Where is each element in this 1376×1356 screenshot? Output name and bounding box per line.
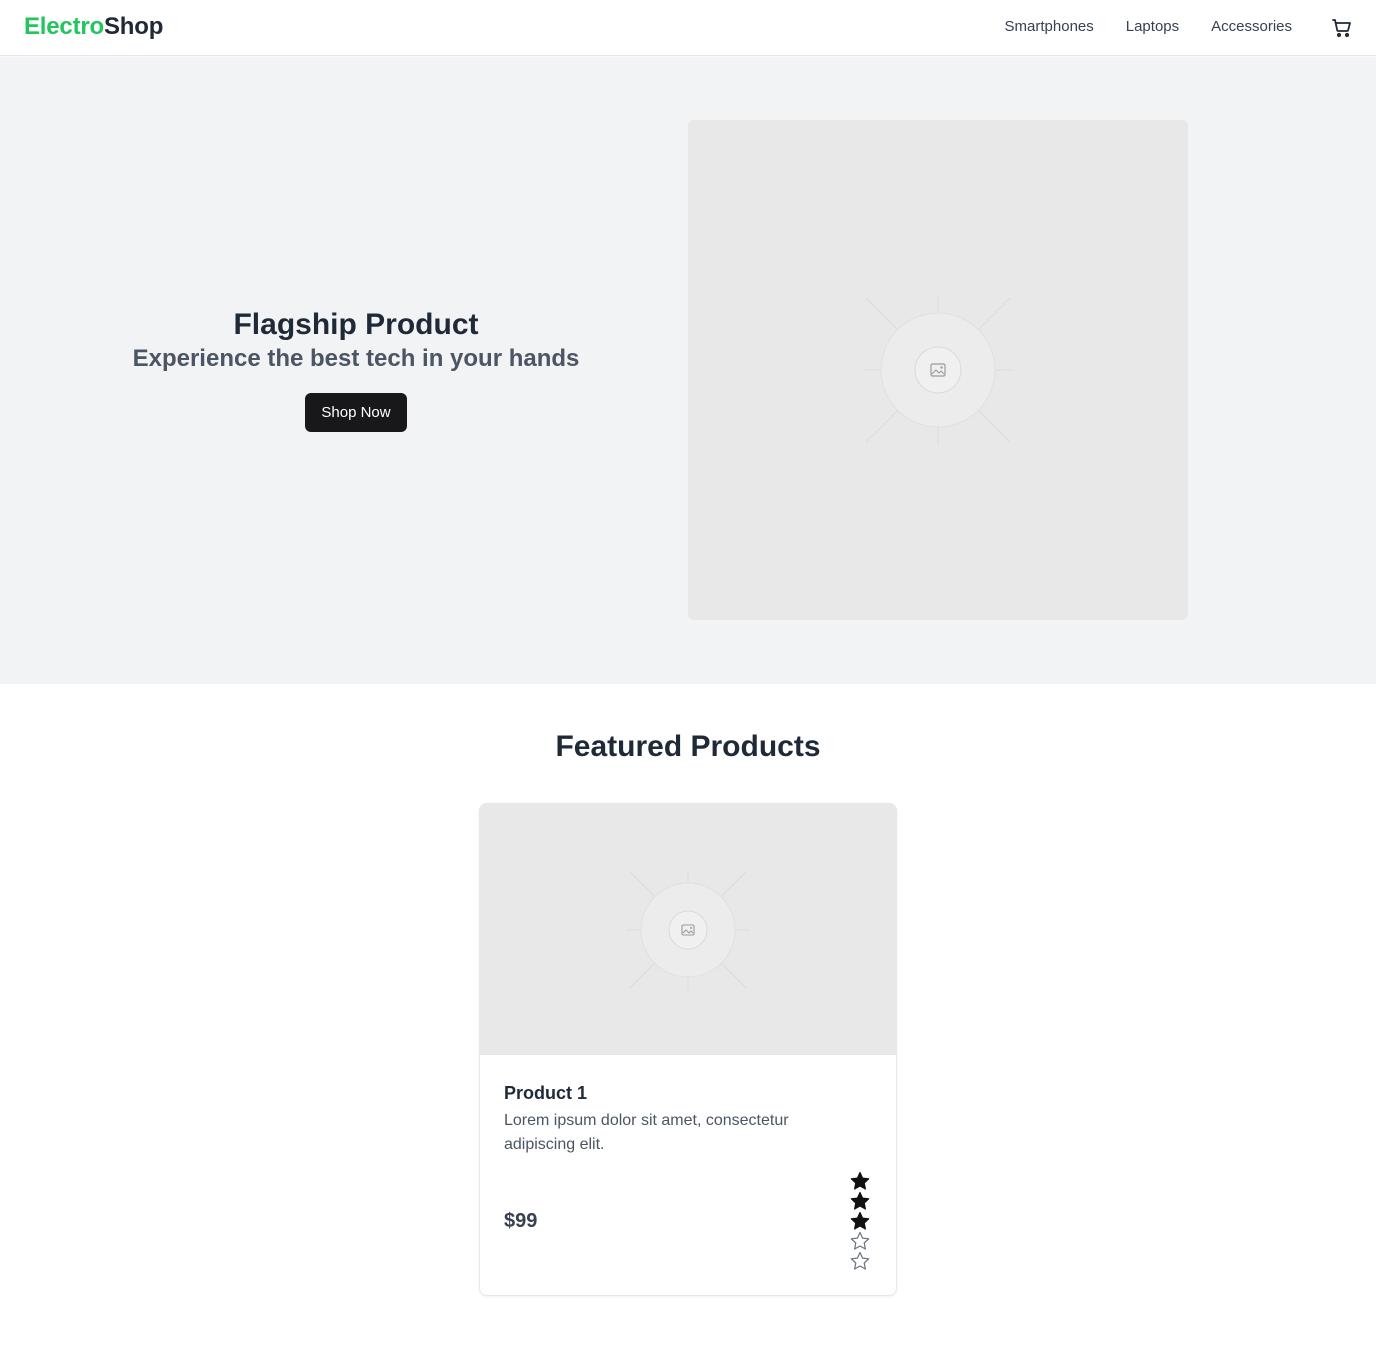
nav-link-accessories[interactable]: Accessories [1211, 18, 1292, 35]
product-description: Lorem ipsum dolor sit amet, consectetur … [504, 1112, 789, 1153]
product-rating [850, 1171, 874, 1271]
hero-title: Flagship Product [233, 308, 479, 341]
product-card[interactable]: Product 1 Lorem ipsum dolor sit amet, co… [479, 803, 897, 1296]
product-image [480, 804, 896, 1055]
hero-section: Flagship Product Experience the best tec… [0, 57, 1376, 684]
star-outline-icon [850, 1231, 870, 1250]
nav-link-laptops[interactable]: Laptops [1126, 18, 1179, 35]
featured-products-heading: Featured Products [555, 730, 821, 763]
logo-shop: Shop [103, 13, 164, 40]
shop-now-button[interactable]: Shop Now [305, 393, 407, 432]
star-filled-icon [850, 1191, 870, 1210]
hero-text: Flagship Product Experience the best tec… [100, 307, 612, 432]
main-nav: Smartphones Laptops Accessories [1005, 18, 1292, 35]
logo-electro: Electro [24, 13, 104, 40]
star-filled-icon [850, 1171, 870, 1190]
image-placeholder-icon [626, 870, 750, 990]
star-outline-icon [850, 1251, 870, 1270]
nav-link-smartphones[interactable]: Smartphones [1005, 18, 1094, 35]
site-header: ElectroShop Smartphones Laptops Accessor… [0, 0, 1376, 56]
product-name[interactable]: Product 1 [504, 1083, 587, 1104]
site-logo[interactable]: ElectroShop [24, 13, 163, 41]
star-filled-icon [850, 1211, 870, 1230]
shopping-cart-icon[interactable] [1330, 16, 1354, 40]
product-price: $99 [504, 1210, 538, 1232]
hero-subtitle: Experience the best tech in your hands [132, 345, 580, 372]
hero-image [688, 120, 1188, 620]
image-placeholder-icon [863, 295, 1013, 445]
